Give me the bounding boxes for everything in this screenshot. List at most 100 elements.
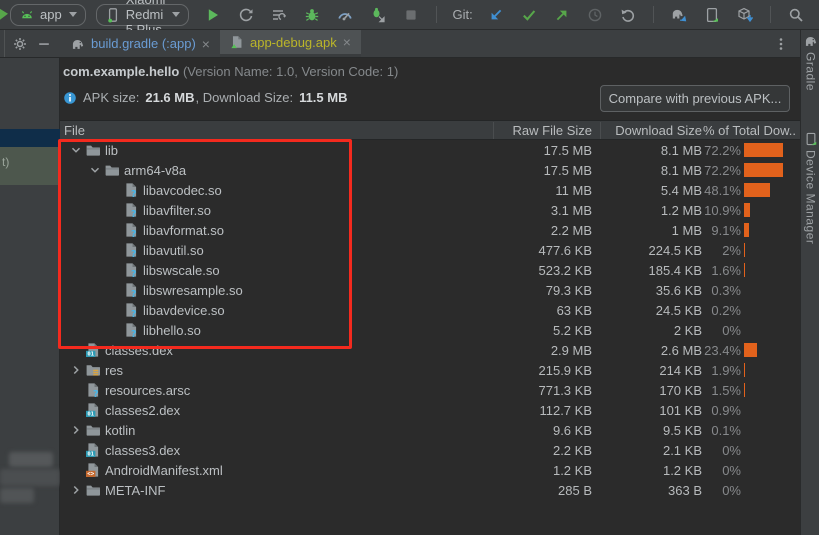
table-row[interactable]: libavdevice.so63 KB24.5 KB0.2% <box>60 300 800 320</box>
build-icon[interactable] <box>0 7 8 22</box>
column-header-download-size[interactable]: Download Size <box>615 123 702 138</box>
table-row[interactable]: AndroidManifest.xml1.2 KB1.2 KB0% <box>60 460 800 480</box>
git-update-button[interactable] <box>486 5 506 25</box>
run-button[interactable] <box>203 5 223 25</box>
git-commit-button[interactable] <box>519 5 539 25</box>
table-row[interactable]: classes.dex2.9 MB2.6 MB23.4% <box>60 340 800 360</box>
chevron-down-icon[interactable] <box>85 162 104 178</box>
table-row[interactable]: libavutil.so477.6 KB224.5 KB2% <box>60 240 800 260</box>
chevron-spacer <box>66 462 85 478</box>
editor-options-menu[interactable] <box>773 30 789 57</box>
percent-bar <box>744 383 745 397</box>
download-size: 8.1 MB <box>661 163 702 178</box>
chevron-right-icon[interactable] <box>66 422 85 438</box>
raw-file-size: 63 KB <box>557 303 592 318</box>
column-header-file[interactable]: File <box>64 123 85 138</box>
table-row[interactable]: libswresample.so79.3 KB35.6 KB0.3% <box>60 280 800 300</box>
apk-size-line: APK size: 21.6 MB , Download Size: 11.5 … <box>63 90 347 105</box>
tab-build-gradle[interactable]: build.gradle (:app) × <box>61 30 220 57</box>
percent-of-total: 1.5% <box>711 383 741 398</box>
percent-of-total: 1.9% <box>711 363 741 378</box>
chevron-down-icon <box>69 12 77 17</box>
info-icon <box>63 91 77 105</box>
blurred-content <box>9 452 53 467</box>
download-size: 8.1 MB <box>661 143 702 158</box>
file-name: META-INF <box>105 483 165 498</box>
dex-file-icon <box>85 342 103 358</box>
stop-button[interactable] <box>401 5 421 25</box>
project-selected-row[interactable] <box>0 129 60 147</box>
compare-apk-button[interactable]: Compare with previous APK... <box>600 85 790 112</box>
package-line: com.example.hello (Version Name: 1.0, Ve… <box>63 64 398 79</box>
table-row[interactable]: res215.9 KB214 KB1.9% <box>60 360 800 380</box>
column-header-percent[interactable]: % of Total Dow... <box>703 123 795 138</box>
download-size-label: , Download Size: <box>196 90 294 105</box>
table-row[interactable]: libavcodec.so11 MB5.4 MB48.1% <box>60 180 800 200</box>
run-configuration-select[interactable]: app <box>10 4 86 26</box>
history-button[interactable] <box>585 5 605 25</box>
apply-code-changes-button[interactable] <box>269 5 289 25</box>
gradle-file-icon <box>71 37 85 51</box>
raw-file-size: 3.1 MB <box>551 203 592 218</box>
percent-of-total: 0.1% <box>711 423 741 438</box>
table-row[interactable]: lib17.5 MB8.1 MB72.2% <box>60 140 800 160</box>
tool-tab-device-manager[interactable]: Device Manager <box>801 132 819 244</box>
column-header-raw-size[interactable]: Raw File Size <box>513 123 592 138</box>
tab-label: build.gradle (:app) <box>91 36 196 51</box>
git-push-button[interactable] <box>552 5 572 25</box>
panel-settings-icon[interactable] <box>13 37 27 51</box>
table-row[interactable]: resources.arsc771.3 KB170 KB1.5% <box>60 380 800 400</box>
sdk-manager-button[interactable] <box>735 5 755 25</box>
chevron-spacer <box>104 242 123 258</box>
gradle-sync-button[interactable] <box>669 5 689 25</box>
table-row[interactable]: kotlin9.6 KB9.5 KB0.1% <box>60 420 800 440</box>
chevron-down-icon[interactable] <box>66 142 85 158</box>
table-row[interactable]: classes3.dex2.2 KB2.1 KB0% <box>60 440 800 460</box>
file-name: AndroidManifest.xml <box>105 463 223 478</box>
table-row[interactable]: libswscale.so523.2 KB185.4 KB1.6% <box>60 260 800 280</box>
search-everywhere-button[interactable] <box>786 5 806 25</box>
tree-cell: libavutil.so <box>60 240 204 260</box>
right-tool-strip: Gradle Device Manager <box>800 30 819 535</box>
close-icon[interactable]: × <box>343 35 351 49</box>
tree-cell: libswresample.so <box>60 280 243 300</box>
chevron-right-icon[interactable] <box>66 482 85 498</box>
rollback-button[interactable] <box>618 5 638 25</box>
percent-of-total: 23.4% <box>704 343 741 358</box>
device-manager-button[interactable] <box>702 5 722 25</box>
device-manager-tool-label: Device Manager <box>804 150 818 244</box>
chevron-spacer <box>104 182 123 198</box>
tree-cell: libavcodec.so <box>60 180 222 200</box>
attach-debugger-button[interactable] <box>368 5 388 25</box>
device-select[interactable]: Xiaomi Redmi 5 Plus <box>96 4 190 26</box>
file-name: libavfilter.so <box>143 203 211 218</box>
table-row[interactable]: libavfilter.so3.1 MB1.2 MB10.9% <box>60 200 800 220</box>
tree-cell: classes.dex <box>60 340 173 360</box>
tool-tab-gradle[interactable]: Gradle <box>801 34 819 91</box>
chevron-right-icon[interactable] <box>66 362 85 378</box>
table-row[interactable]: classes2.dex112.7 KB101 KB0.9% <box>60 400 800 420</box>
download-size: 224.5 KB <box>649 243 703 258</box>
download-size: 1.2 KB <box>663 463 702 478</box>
tab-app-debug-apk[interactable]: app-debug.apk × <box>220 30 361 57</box>
percent-bar <box>744 223 749 237</box>
table-row[interactable]: META-INF285 B363 B0% <box>60 480 800 500</box>
debug-button[interactable] <box>302 5 322 25</box>
column-separator <box>493 122 494 139</box>
hide-panel-icon[interactable] <box>37 37 51 51</box>
table-row[interactable]: libhello.so5.2 KB2 KB0% <box>60 320 800 340</box>
percent-of-total: 0% <box>722 463 741 478</box>
chevron-spacer <box>104 302 123 318</box>
unknown-file-icon <box>123 202 141 218</box>
percent-of-total: 48.1% <box>704 183 741 198</box>
android-studio-window: app Xiaomi Redmi 5 Plus Git: <box>0 0 819 535</box>
chevron-spacer <box>66 382 85 398</box>
file-name: res <box>105 363 123 378</box>
phone-device-icon <box>105 7 121 23</box>
file-name: libswscale.so <box>143 263 220 278</box>
profiler-button[interactable] <box>335 5 355 25</box>
table-row[interactable]: libavformat.so2.2 MB1 MB9.1% <box>60 220 800 240</box>
close-icon[interactable]: × <box>202 37 210 51</box>
apply-changes-button[interactable] <box>236 5 256 25</box>
table-row[interactable]: arm64-v8a17.5 MB8.1 MB72.2% <box>60 160 800 180</box>
